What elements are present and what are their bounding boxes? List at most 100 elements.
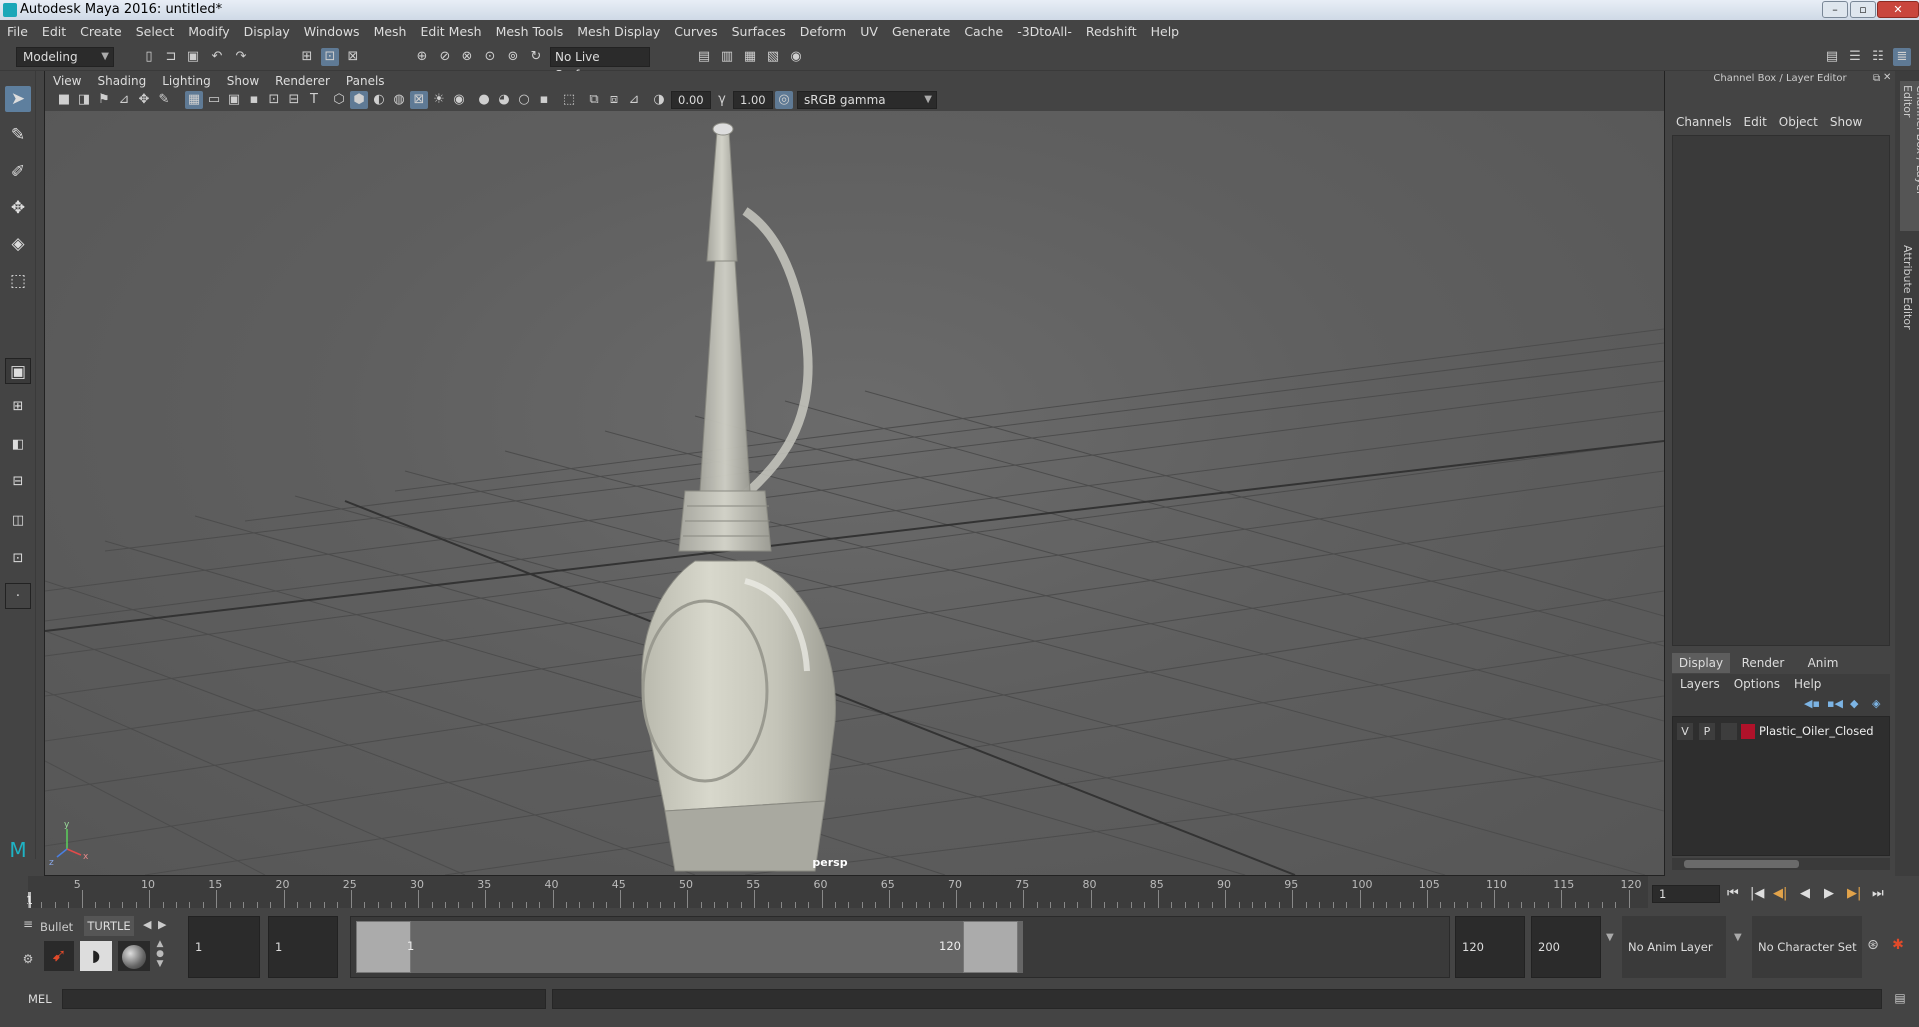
minimize-button[interactable]: – xyxy=(1822,1,1848,18)
playback-start-field[interactable]: 1 xyxy=(268,916,338,978)
xray-active-components-icon[interactable]: ⧈ xyxy=(605,91,623,109)
gamma-field[interactable]: 1.00 xyxy=(733,91,773,109)
menu-edit-mesh[interactable]: Edit Mesh xyxy=(413,21,488,43)
view-transform-dropdown[interactable]: sRGB gamma ▼ xyxy=(797,91,937,109)
shelf-scroll-right-icon[interactable]: ▶ xyxy=(158,918,166,931)
menu-set-dropdown[interactable]: Modeling ▼ xyxy=(16,47,114,67)
time-slider[interactable]: 1 5 10 15 20 25 30 35 40 45 50 55 60 65 70 75 80 85 90 95 1… xyxy=(0,876,1919,912)
step-forward-key-icon[interactable]: ▶| xyxy=(1847,886,1861,901)
menu-windows[interactable]: Windows xyxy=(297,21,367,43)
lasso-tool-icon[interactable]: ✎ xyxy=(5,122,31,148)
menu-redshift[interactable]: Redshift xyxy=(1079,21,1144,43)
command-input[interactable] xyxy=(62,989,546,1009)
perspective-viewport[interactable]: y x z persp xyxy=(45,111,1664,875)
isolate-select-icon[interactable]: ⬚ xyxy=(560,91,578,109)
create-layer-from-selected-icon[interactable]: ◈ xyxy=(1872,697,1880,710)
motion-blur-icon[interactable]: ○ xyxy=(515,91,533,109)
gamma-icon[interactable]: γ xyxy=(713,91,731,109)
attribute-editor-toggle-icon[interactable]: ☰ xyxy=(1846,48,1864,66)
render-view-icon[interactable]: ◉ xyxy=(787,48,805,66)
open-scene-icon[interactable]: ⊐ xyxy=(162,48,180,66)
shadows-icon[interactable]: ● xyxy=(475,91,493,109)
modeling-toolkit-icon[interactable]: ▤ xyxy=(1823,48,1841,66)
select-tool-icon[interactable]: ➤ xyxy=(5,86,31,112)
turtle-render-icon[interactable]: ➹ xyxy=(44,941,74,971)
textured-icon[interactable]: ☀ xyxy=(430,91,448,109)
shelf-menu-icon[interactable]: ≡ xyxy=(20,917,36,933)
maximize-button[interactable]: ▫ xyxy=(1850,1,1876,18)
move-tool-icon[interactable]: ✥ xyxy=(5,195,31,221)
paint-select-tool-icon[interactable]: ✐ xyxy=(5,159,31,185)
save-scene-icon[interactable]: ▣ xyxy=(184,48,202,66)
shelf-tab-bullet[interactable]: Bullet xyxy=(40,920,73,934)
shelf-tab-turtle[interactable]: TURTLE xyxy=(84,916,134,936)
menu-3dtoall[interactable]: -3DtoAll- xyxy=(1010,21,1079,43)
start-frame-field[interactable]: 1 xyxy=(188,916,260,978)
persp-uv-layout-icon[interactable]: ⊡ xyxy=(5,546,31,572)
viewport-menu-view[interactable]: View xyxy=(45,71,89,91)
select-hierarchy-icon[interactable]: ⊞ xyxy=(298,48,316,66)
use-all-lights-icon[interactable]: ◉ xyxy=(450,91,468,109)
live-surface-field[interactable]: No Live Surface xyxy=(550,47,650,82)
color-management-icon[interactable]: ◎ xyxy=(775,91,793,109)
layer-row[interactable]: V P Plastic_Oiler_Closed xyxy=(1677,723,1887,741)
bookmark-icon[interactable]: ⚑ xyxy=(95,91,113,109)
channel-list-area[interactable] xyxy=(1672,135,1890,646)
exposure-field[interactable]: 0.00 xyxy=(671,91,711,109)
redo-icon[interactable]: ↷ xyxy=(232,48,250,66)
safe-title-icon[interactable]: T xyxy=(305,91,323,109)
shelf-scroll-left-icon[interactable]: ◀ xyxy=(143,918,151,931)
command-language-label[interactable]: MEL xyxy=(28,992,52,1006)
range-bar[interactable] xyxy=(411,921,1023,973)
exposure-icon[interactable]: ◑ xyxy=(650,91,668,109)
rotate-tool-icon[interactable]: ◈ xyxy=(5,231,31,257)
smooth-shade-icon[interactable]: ⬢ xyxy=(350,91,368,109)
menu-deform[interactable]: Deform xyxy=(793,21,853,43)
undo-icon[interactable]: ↶ xyxy=(208,48,226,66)
step-back-frame-icon[interactable]: |◀ xyxy=(1750,886,1764,901)
channels-menu[interactable]: Channels xyxy=(1670,115,1738,129)
persp-hypershade-layout-icon[interactable]: ◫ xyxy=(5,508,31,534)
close-button[interactable]: ✕ xyxy=(1877,1,1919,18)
tool-settings-toggle-icon[interactable]: ☷ xyxy=(1869,48,1887,66)
go-to-start-icon[interactable]: ⏮ xyxy=(1727,886,1739,901)
play-forwards-icon[interactable]: ▶ xyxy=(1824,886,1834,901)
film-gate-icon[interactable]: ▭ xyxy=(205,91,223,109)
safe-action-icon[interactable]: ⊟ xyxy=(285,91,303,109)
2d-pan-zoom-icon[interactable]: ✥ xyxy=(135,91,153,109)
menu-mesh-display[interactable]: Mesh Display xyxy=(570,21,667,43)
menu-edit[interactable]: Edit xyxy=(35,21,73,43)
viewport-menu-lighting[interactable]: Lighting xyxy=(154,71,219,91)
edit-menu[interactable]: Edit xyxy=(1738,115,1773,129)
xray-joints-icon[interactable]: ⧉ xyxy=(585,91,603,109)
go-to-end-icon[interactable]: ⏭ xyxy=(1872,886,1884,901)
end-frame-field[interactable]: 200 xyxy=(1531,916,1601,978)
grid-toggle-icon[interactable]: ▦ xyxy=(185,91,203,109)
animation-preferences-icon[interactable]: ✱ xyxy=(1889,937,1907,955)
snap-view-icon[interactable]: ⊙ xyxy=(481,48,499,66)
current-frame-field[interactable]: 1 xyxy=(1652,885,1720,903)
close-panel-icon[interactable]: ✕ xyxy=(1883,72,1893,83)
grease-pencil-icon[interactable]: ✎ xyxy=(155,91,173,109)
snap-point-icon[interactable]: ⊗ xyxy=(458,48,476,66)
shelf-scroll-icon[interactable]: ▲ ● ▼ xyxy=(154,939,166,971)
wireframe-on-shaded-icon[interactable]: ◍ xyxy=(390,91,408,109)
snap-grid-icon[interactable]: ⊕ xyxy=(413,48,431,66)
menu-help[interactable]: Help xyxy=(1144,21,1187,43)
anim-layer-chevron-icon[interactable]: ▼ xyxy=(1606,932,1614,943)
headsup-display-icon[interactable]: ⊿ xyxy=(625,91,643,109)
range-start-handle[interactable] xyxy=(356,921,411,973)
layer-visibility-toggle[interactable]: V xyxy=(1677,723,1693,740)
tab-render[interactable]: Render xyxy=(1734,653,1792,673)
layer-name[interactable]: Plastic_Oiler_Closed xyxy=(1759,723,1874,740)
character-set-chevron-icon[interactable]: ▼ xyxy=(1734,932,1742,943)
render-settings-icon[interactable]: ▦ xyxy=(741,48,759,66)
character-set-dropdown[interactable]: No Character Set xyxy=(1752,916,1862,978)
menu-select[interactable]: Select xyxy=(129,21,182,43)
resolution-gate-icon[interactable]: ▣ xyxy=(225,91,243,109)
select-component-icon[interactable]: ⊠ xyxy=(344,48,362,66)
more-layouts-icon[interactable]: · xyxy=(5,583,31,609)
anti-aliasing-icon[interactable]: ▪ xyxy=(535,91,553,109)
use-default-material-icon[interactable]: ◐ xyxy=(370,91,388,109)
play-backwards-icon[interactable]: ◀ xyxy=(1800,886,1810,901)
